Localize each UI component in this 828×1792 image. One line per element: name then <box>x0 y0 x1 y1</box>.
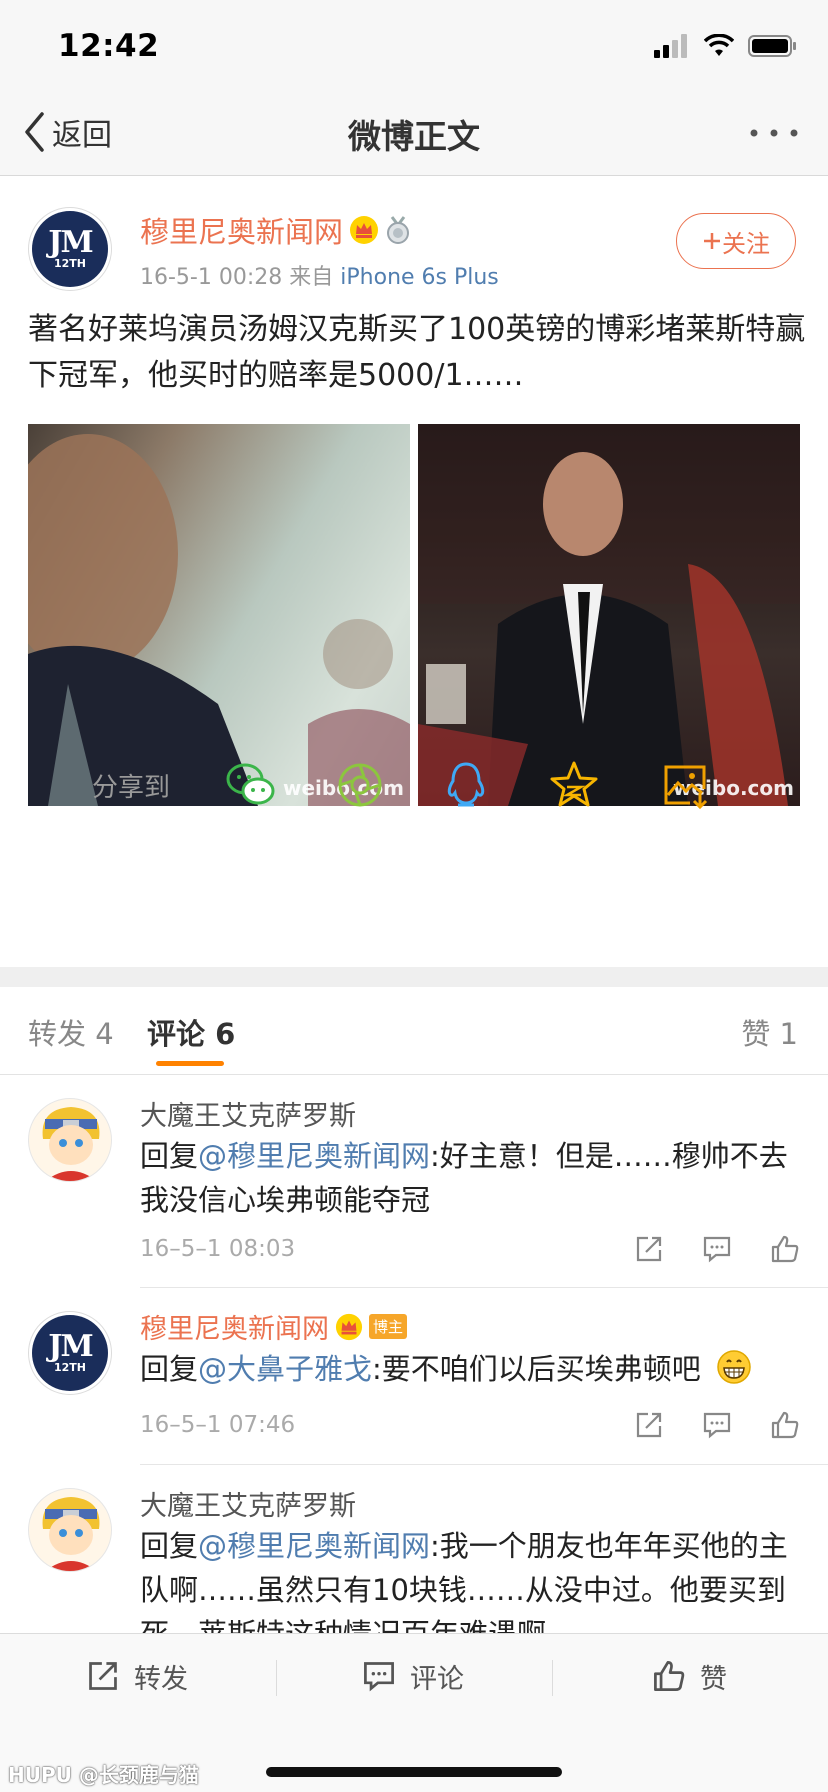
share-row: 分享到 <box>0 749 828 829</box>
tab-repost[interactable]: 转发 4 <box>28 1011 114 1053</box>
comment-actions <box>634 1234 800 1264</box>
comment-text: 回复@大鼻子雅戈:要不咱们以后买埃弗顿吧 <box>140 1347 800 1391</box>
repost-label: 转发 <box>134 1663 188 1695</box>
source-prefix: 来自 <box>289 265 334 290</box>
commenter-name-row: 穆里尼奥新闻网 博主 <box>140 1307 408 1346</box>
crown-badge-icon <box>350 216 379 244</box>
moments-icon[interactable] <box>334 759 386 811</box>
comment-time: 16–5–1 08:03 <box>140 1236 296 1262</box>
like-button[interactable]: 赞 <box>652 1634 727 1718</box>
active-tab-indicator <box>156 1061 224 1066</box>
repost-icon[interactable] <box>634 1410 664 1440</box>
bottom-toolbar: 转发 评论 赞 <box>0 1633 828 1717</box>
commenter-name[interactable]: 大魔王艾克萨罗斯 <box>140 1094 356 1133</box>
post-meta: 16-5-1 00:28 来自 iPhone 6s Plus <box>140 259 499 291</box>
plus-icon <box>704 233 720 249</box>
tab-comment[interactable]: 评论 6 <box>147 1011 235 1053</box>
medal-badge-icon <box>387 216 410 244</box>
follow-button[interactable]: 关注 <box>676 213 796 269</box>
interaction-tabs: 转发 4 评论 6 赞 1 <box>0 987 828 1075</box>
tab-like[interactable]: 赞 1 <box>741 1011 798 1053</box>
home-area: HUPU @长颈鹿与猫 <box>0 1717 828 1792</box>
reply-prefix: 回复 <box>140 1529 199 1563</box>
more-button[interactable] <box>748 118 800 152</box>
host-badge: 博主 <box>369 1314 408 1339</box>
footer-watermark: HUPU @长颈鹿与猫 <box>8 1763 199 1787</box>
post-text: 著名好莱坞演员汤姆汉克斯买了100英镑的博彩堵莱斯特赢下冠军，他买时的赔率是50… <box>28 312 806 393</box>
repost-icon <box>89 1662 117 1690</box>
comment-item: 大魔王艾克萨罗斯 回复@穆里尼奥新闻网:我一个朋友也年年买他的主队啊……虽然只有… <box>0 1466 828 1633</box>
follow-label: 关注 <box>722 229 770 258</box>
status-icons <box>654 34 798 58</box>
back-button[interactable]: 返回 <box>22 110 112 154</box>
share-label: 分享到 <box>92 773 171 803</box>
like-label: 赞 <box>700 1663 727 1695</box>
home-indicator[interactable] <box>266 1767 562 1777</box>
commenter-name[interactable]: 大魔王艾克萨罗斯 <box>140 1484 356 1523</box>
signal-icon <box>654 34 687 58</box>
comment-icon[interactable] <box>702 1234 732 1264</box>
comment-item: JM 12TH 穆里尼奥新闻网 博主 回复@大鼻子雅戈:要不咱们以后买埃弗顿吧 … <box>0 1289 828 1465</box>
like-icon <box>654 1661 685 1691</box>
like-icon[interactable] <box>770 1234 800 1264</box>
commenter-avatar[interactable] <box>28 1098 112 1182</box>
author-avatar[interactable]: JM 12TH <box>28 207 112 291</box>
status-bar: 12:42 <box>0 0 828 92</box>
weibo-post: JM 12TH 穆里尼奥新闻网 16-5-1 00:28 来自 iPhone 6… <box>0 177 828 967</box>
commenter-name[interactable]: 穆里尼奥新闻网 <box>140 1307 329 1346</box>
author-name[interactable]: 穆里尼奥新闻网 <box>140 209 343 251</box>
author-row: 穆里尼奥新闻网 <box>140 209 411 251</box>
commenter-avatar[interactable] <box>28 1488 112 1572</box>
post-source[interactable]: iPhone 6s Plus <box>340 265 499 290</box>
nav-bar: 返回 微博正文 <box>0 92 828 176</box>
comment-actions <box>634 1410 800 1440</box>
qzone-icon[interactable] <box>548 759 600 811</box>
wechat-icon[interactable] <box>225 759 277 811</box>
post-date: 16-5-1 00:28 <box>140 265 283 290</box>
comment-icon <box>364 1662 394 1692</box>
chevron-left-icon <box>25 112 44 152</box>
like-icon[interactable] <box>770 1410 800 1440</box>
repost-button[interactable]: 转发 <box>86 1634 188 1718</box>
section-divider <box>0 967 828 987</box>
commenter-avatar[interactable]: JM 12TH <box>28 1311 112 1395</box>
mention-link[interactable]: @穆里尼奥新闻网 <box>198 1529 430 1563</box>
battery-icon <box>748 35 796 57</box>
reply-prefix: 回复 <box>140 1139 199 1173</box>
comment-item: 大魔王艾克萨罗斯 回复@穆里尼奥新闻网:好主意！但是……穆帅不去我没信心埃弗顿能… <box>0 1076 828 1288</box>
repost-icon[interactable] <box>634 1234 664 1264</box>
reply-prefix: 回复 <box>140 1352 199 1386</box>
comment-body: :要不咱们以后买埃弗顿吧 <box>372 1352 701 1386</box>
save-image-icon[interactable] <box>660 759 712 811</box>
mention-link[interactable]: @穆里尼奥新闻网 <box>198 1139 430 1173</box>
avatar-subtext: 12TH <box>53 257 87 270</box>
comment-icon[interactable] <box>702 1410 732 1440</box>
comment-text: 回复@穆里尼奥新闻网:好主意！但是……穆帅不去我没信心埃弗顿能夺冠 <box>140 1134 800 1222</box>
page-title: 微博正文 <box>348 117 480 156</box>
comment-time: 16–5–1 07:46 <box>140 1412 296 1438</box>
status-time: 12:42 <box>58 28 160 64</box>
comment-label: 评论 <box>410 1663 464 1695</box>
grin-emoji-icon <box>717 1350 751 1384</box>
crown-badge-icon <box>335 1313 363 1340</box>
qq-icon[interactable] <box>440 759 492 811</box>
mention-link[interactable]: @大鼻子雅戈 <box>198 1352 372 1386</box>
comment-button[interactable]: 评论 <box>362 1634 464 1718</box>
back-label: 返回 <box>52 118 112 153</box>
wifi-icon <box>704 34 734 56</box>
more-dots-icon <box>750 129 798 137</box>
comment-text: 回复@穆里尼奥新闻网:我一个朋友也年年买他的主队啊……虽然只有10块钱……从没中… <box>140 1524 800 1633</box>
avatar-monogram: JM <box>48 225 93 260</box>
